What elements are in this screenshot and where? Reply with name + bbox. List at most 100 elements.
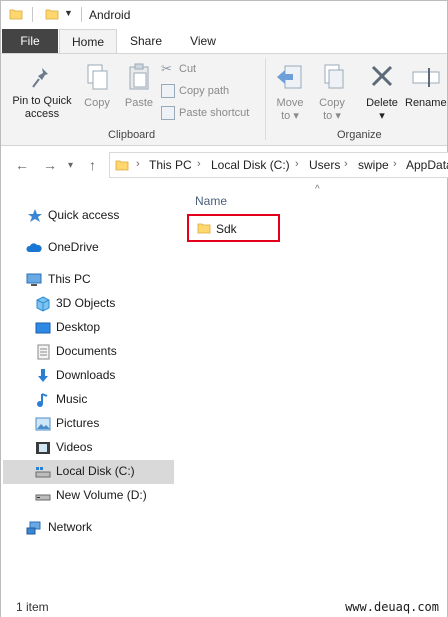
cut-label: Cut bbox=[179, 63, 197, 75]
desktop-icon bbox=[35, 322, 51, 334]
videos-icon bbox=[36, 442, 50, 454]
rename-label: Rename bbox=[405, 97, 447, 109]
tab-home[interactable]: Home bbox=[59, 29, 117, 54]
folder-icon bbox=[197, 223, 211, 234]
tab-file[interactable]: File bbox=[2, 29, 58, 53]
sidebar-item-videos[interactable]: Videos bbox=[3, 436, 174, 460]
file-list: ^ Name Sdk bbox=[177, 184, 447, 594]
sidebar-item-label: Videos bbox=[56, 440, 93, 454]
paste-shortcut-button[interactable]: Paste shortcut bbox=[161, 104, 249, 122]
sidebar-item-label: Downloads bbox=[56, 368, 116, 382]
navigation-pane: Quick access OneDrive This PC 3D Objects… bbox=[1, 184, 176, 594]
pin-icon bbox=[32, 68, 48, 88]
sidebar-item-this-pc[interactable]: This PC bbox=[3, 268, 174, 292]
title-separator bbox=[81, 7, 82, 22]
copy-to-icon bbox=[324, 64, 344, 89]
list-item[interactable]: Sdk bbox=[187, 214, 280, 242]
copy-path-label: Copy path bbox=[179, 85, 230, 97]
copy-button[interactable]: Copy bbox=[79, 62, 115, 110]
sidebar-item-label: Pictures bbox=[56, 416, 100, 430]
sidebar-item-label: Local Disk (C:) bbox=[56, 464, 135, 478]
sidebar-item-label: Network bbox=[48, 520, 93, 534]
move-to-button[interactable]: Move to ▾ bbox=[271, 62, 309, 123]
sidebar-item-network[interactable]: Network bbox=[3, 516, 174, 540]
copy-to-label: Copy bbox=[319, 97, 345, 109]
sidebar-item-local-disk-c[interactable]: Local Disk (C:) bbox=[3, 460, 174, 484]
sidebar-item-label: 3D Objects bbox=[56, 296, 116, 310]
copy-to-label: to ▾ bbox=[323, 110, 341, 122]
network-icon bbox=[26, 521, 41, 535]
breadcrumb-appdata[interactable]: AppData bbox=[406, 158, 448, 172]
sort-ascending-icon: ^ bbox=[315, 184, 320, 195]
chevron-right-icon[interactable]: › bbox=[344, 158, 348, 170]
scissors-icon: ✂ bbox=[161, 61, 172, 77]
pictures-icon bbox=[35, 417, 51, 431]
tab-view[interactable]: View bbox=[179, 29, 227, 53]
file-name: Sdk bbox=[216, 222, 237, 236]
organize-group-label: Organize bbox=[337, 129, 382, 141]
sidebar-item-new-volume-d[interactable]: New Volume (D:) bbox=[3, 484, 174, 508]
delete-label: Delete bbox=[366, 97, 398, 109]
up-icon[interactable]: ↑ bbox=[89, 157, 96, 173]
forward-icon[interactable]: → bbox=[43, 157, 57, 173]
paste-label: Paste bbox=[124, 97, 154, 109]
watermark: www.deuaq.com bbox=[345, 600, 439, 614]
folder-icon[interactable] bbox=[45, 7, 59, 21]
copy-label: Copy bbox=[84, 97, 110, 109]
chevron-right-icon[interactable]: › bbox=[136, 158, 140, 170]
rename-icon bbox=[412, 68, 440, 87]
paste-icon bbox=[129, 63, 149, 90]
sidebar-item-label: Music bbox=[56, 392, 88, 406]
sidebar-item-desktop[interactable]: Desktop bbox=[3, 316, 174, 340]
title-separator bbox=[32, 7, 33, 22]
item-count: 1 item bbox=[16, 600, 49, 614]
sidebar-item-label: Quick access bbox=[48, 208, 120, 222]
address-bar[interactable]: › This PC › Local Disk (C:) › Users › sw… bbox=[109, 152, 448, 178]
copy-icon bbox=[87, 64, 108, 90]
sidebar-item-music[interactable]: Music bbox=[3, 388, 174, 412]
recent-locations-icon[interactable]: ▾ bbox=[68, 160, 73, 171]
column-header-name[interactable]: Name bbox=[195, 194, 227, 208]
chevron-right-icon[interactable]: › bbox=[295, 158, 299, 170]
ribbon-tabs: File Home Share View bbox=[1, 29, 447, 54]
computer-icon bbox=[26, 273, 42, 286]
chevron-right-icon[interactable]: › bbox=[197, 158, 201, 170]
tab-share[interactable]: Share bbox=[121, 29, 171, 53]
move-to-label: Move bbox=[276, 97, 304, 109]
move-to-label: to ▾ bbox=[281, 110, 299, 122]
sidebar-item-onedrive[interactable]: OneDrive bbox=[3, 236, 174, 260]
chevron-right-icon[interactable]: › bbox=[393, 158, 397, 170]
rename-button[interactable]: Rename bbox=[405, 62, 448, 110]
copy-path-icon bbox=[161, 84, 175, 99]
delete-button[interactable]: Delete ▾ bbox=[361, 62, 403, 123]
sidebar-item-downloads[interactable]: Downloads bbox=[3, 364, 174, 388]
sidebar-item-documents[interactable]: Documents bbox=[3, 340, 174, 364]
sidebar-item-3d-objects[interactable]: 3D Objects bbox=[3, 292, 174, 316]
folder-icon bbox=[115, 160, 129, 171]
pin-label: access bbox=[24, 108, 60, 120]
document-icon bbox=[37, 344, 50, 360]
download-icon bbox=[38, 369, 48, 382]
delete-dropdown-icon[interactable]: ▾ bbox=[361, 110, 403, 123]
pin-to-quick-access-button[interactable]: Pin to Quick access bbox=[7, 66, 77, 121]
star-icon bbox=[28, 209, 42, 222]
explorer-window: ▼ Android File Home Share View Pin to Qu… bbox=[0, 0, 448, 617]
breadcrumb-local-disk[interactable]: Local Disk (C:) bbox=[211, 158, 290, 172]
sidebar-item-pictures[interactable]: Pictures bbox=[3, 412, 174, 436]
folder-icon[interactable] bbox=[9, 7, 23, 21]
sidebar-item-label: Documents bbox=[56, 344, 117, 358]
back-icon[interactable]: ← bbox=[15, 157, 29, 173]
status-bar: 1 item www.deuaq.com bbox=[1, 595, 447, 617]
cut-button[interactable]: ✂ Cut bbox=[161, 60, 196, 78]
quick-access-dropdown-icon[interactable]: ▼ bbox=[64, 8, 73, 18]
clipboard-group-label: Clipboard bbox=[108, 129, 156, 141]
sidebar-item-label: OneDrive bbox=[48, 240, 99, 254]
sidebar-item-quick-access[interactable]: Quick access bbox=[3, 204, 174, 228]
paste-button[interactable]: Paste bbox=[119, 62, 159, 110]
breadcrumb-this-pc[interactable]: This PC bbox=[149, 158, 192, 172]
copy-path-button[interactable]: Copy path bbox=[161, 82, 229, 100]
copy-to-button[interactable]: Copy to ▾ bbox=[313, 62, 351, 123]
pin-label: Pin to Quick bbox=[12, 95, 72, 107]
breadcrumb-swipe[interactable]: swipe bbox=[358, 158, 389, 172]
breadcrumb-users[interactable]: Users bbox=[309, 158, 340, 172]
